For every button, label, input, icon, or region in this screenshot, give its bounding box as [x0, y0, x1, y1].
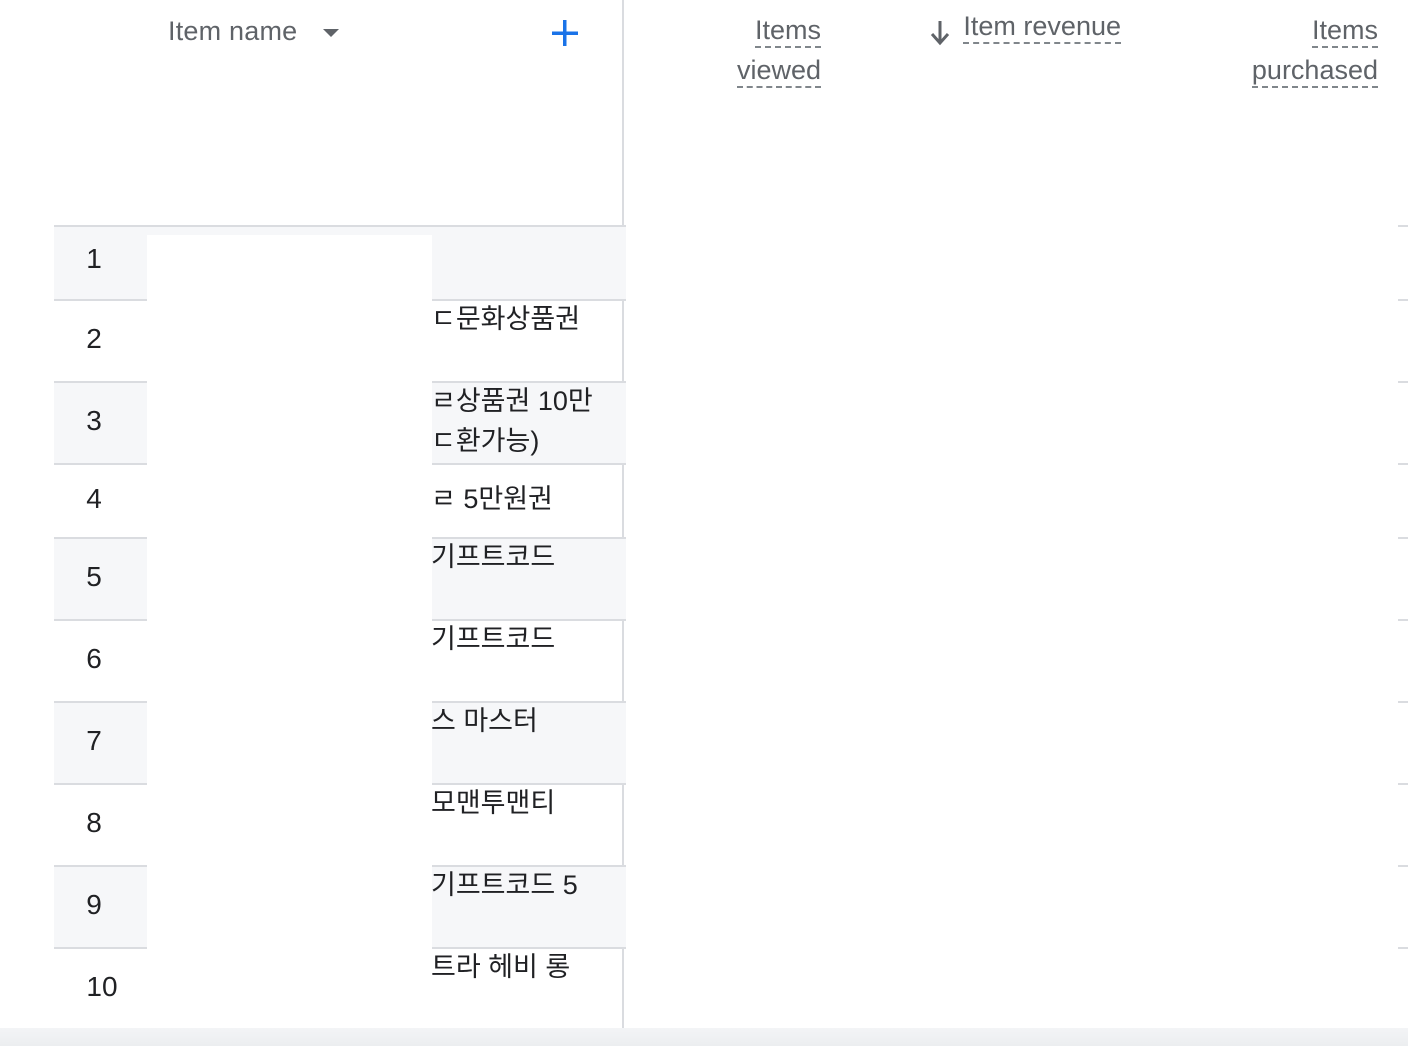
row-separator	[1398, 865, 1408, 867]
row-index: 3	[86, 405, 102, 436]
row-separator	[1398, 619, 1408, 621]
row-index: 1	[86, 243, 102, 274]
item-revenue-label: Item revenue	[963, 10, 1121, 44]
row-separator	[1398, 537, 1408, 539]
item-name-cell: 모맨투맨티	[431, 788, 556, 818]
add-dimension-button[interactable]	[548, 16, 582, 50]
column-header-item-revenue[interactable]: Item revenue	[929, 10, 1121, 46]
items-purchased-label-line1: Items	[1311, 14, 1378, 48]
row-index: 10	[86, 971, 118, 1002]
row-index: 6	[86, 643, 102, 674]
items-purchased-label-line2: purchased	[1251, 54, 1378, 88]
row-index: 9	[86, 889, 102, 920]
row-index: 2	[86, 323, 102, 354]
row-separator	[1398, 225, 1408, 227]
column-header-items-purchased[interactable]: Items purchased	[1251, 10, 1378, 90]
items-viewed-label-line1: Items	[754, 14, 821, 48]
item-name-cell: 기프트코드	[431, 542, 556, 572]
item-name-cell: 트라 헤비 롱	[431, 952, 571, 982]
row-separator	[1398, 947, 1408, 949]
row-separator	[1398, 381, 1408, 383]
row-separator	[1398, 701, 1408, 703]
item-name-cell: 기프트코드 5	[431, 870, 578, 900]
redacted-area	[147, 235, 432, 1027]
bottom-shadow	[0, 1028, 1408, 1046]
items-viewed-label-line2: viewed	[736, 54, 821, 88]
row-index: 8	[86, 807, 102, 838]
row-index: 4	[86, 483, 102, 514]
row-separator	[1398, 463, 1408, 465]
item-name-cell: ㄹ 5만원권	[431, 484, 553, 514]
chevron-down-icon[interactable]	[323, 28, 340, 37]
dimension-selector[interactable]: Item name	[168, 16, 340, 47]
row-separator	[1398, 299, 1408, 301]
item-name-cell: 스 마스터	[431, 706, 538, 736]
row-index: 7	[86, 725, 102, 756]
item-name-cell: ㄹ상품권 10만 ㄷ환가능)	[431, 386, 593, 456]
row-index: 5	[86, 561, 102, 592]
row-separator	[1398, 783, 1408, 785]
column-header-items-viewed[interactable]: Items viewed	[736, 10, 821, 90]
sort-descending-arrow-icon[interactable]	[929, 18, 951, 46]
dimension-label: Item name	[168, 16, 298, 46]
item-name-cell: 기프트코드	[431, 624, 556, 654]
item-name-cell: ㄷ문화상품권	[431, 304, 581, 334]
report-table: Item name Items viewed Item revenue Item…	[0, 0, 1408, 1046]
